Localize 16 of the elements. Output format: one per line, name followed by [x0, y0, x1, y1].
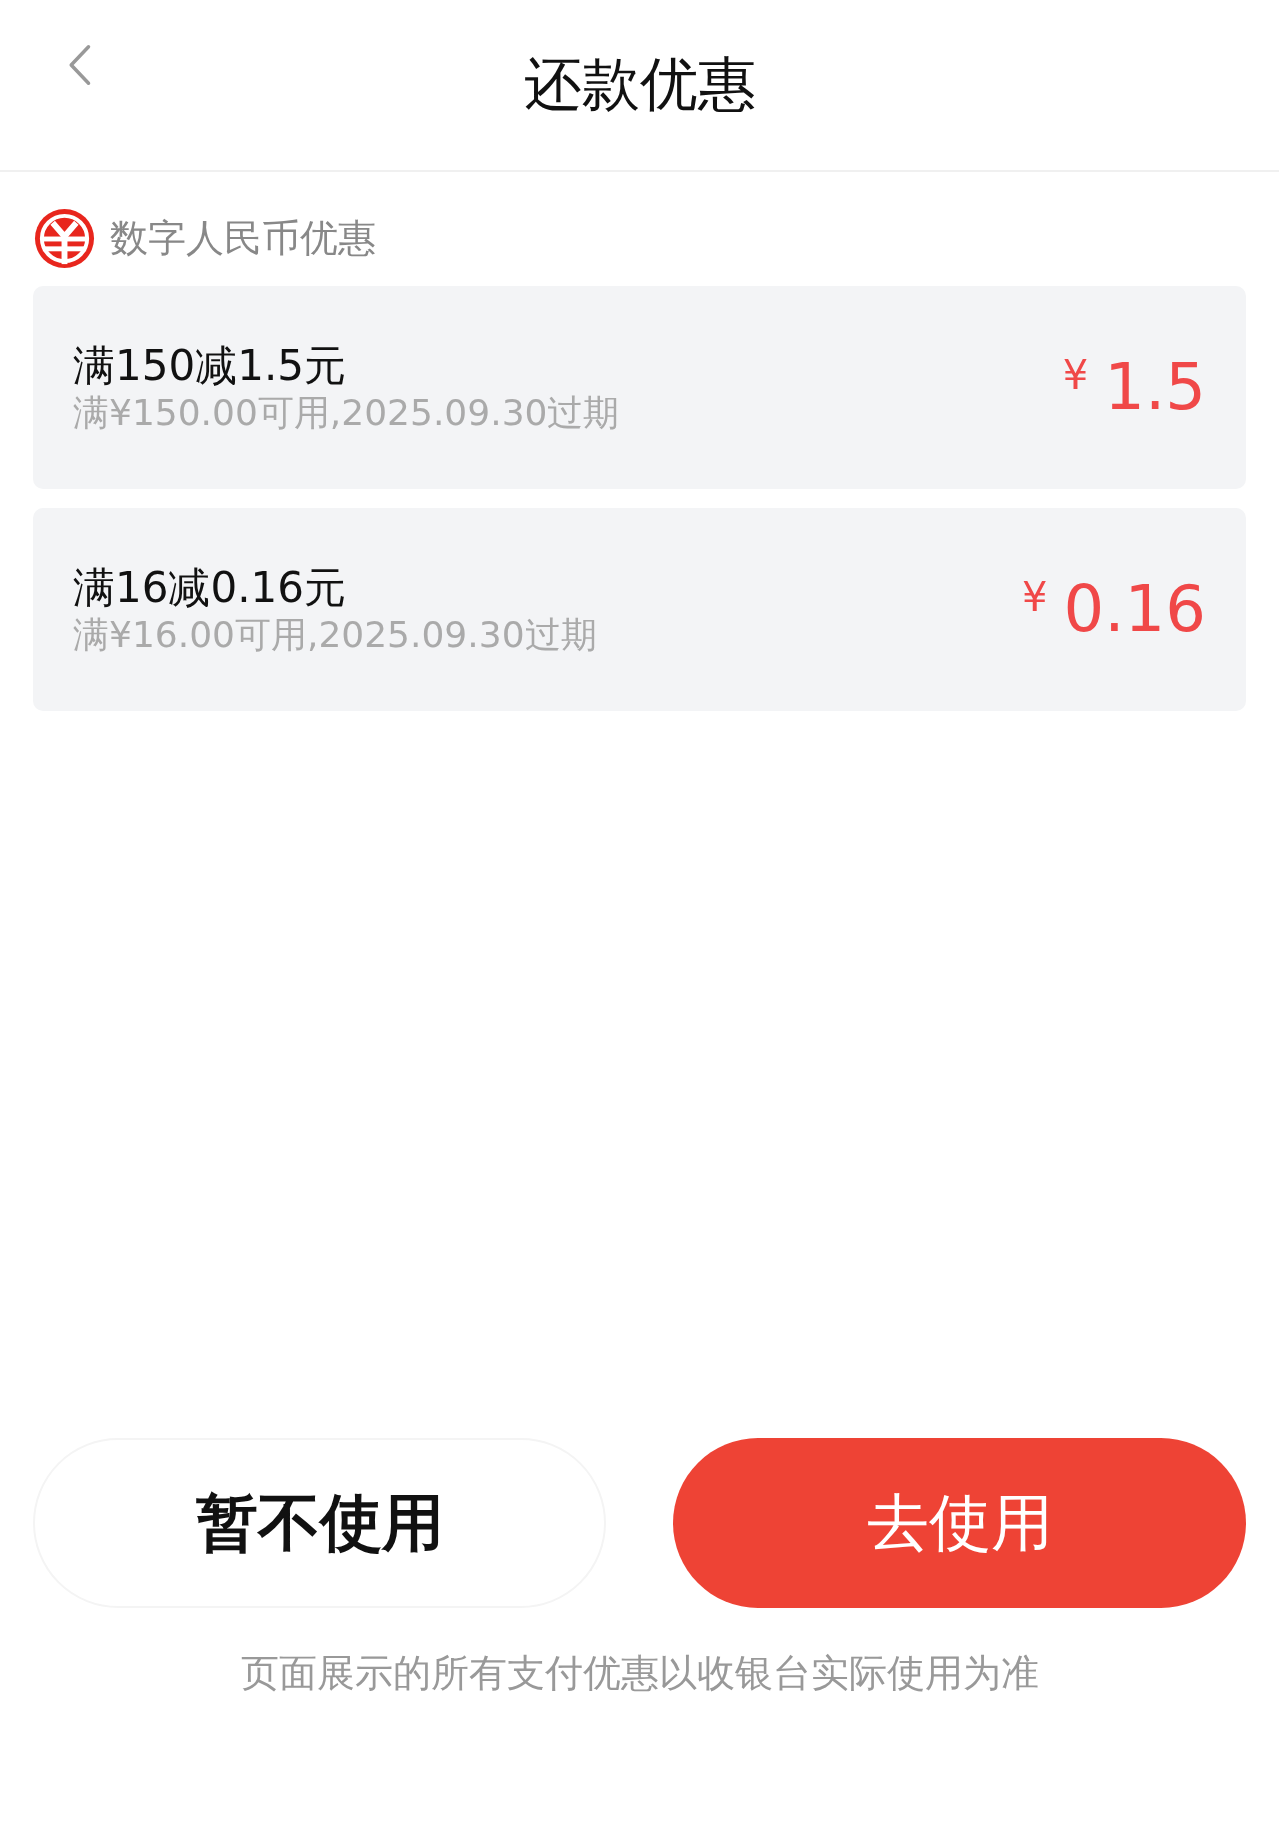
coupon-card[interactable]: 满150减1.5元 满¥150.00可用,2025.09.30过期 ¥ 1.5 [33, 286, 1246, 489]
coupon-title: 满150减1.5元 [73, 340, 347, 392]
section-label: 数字人民币优惠 [110, 214, 376, 262]
yuan-logo-icon [33, 206, 96, 270]
page-title: 还款优惠 [523, 49, 756, 120]
coupon-amount: 0.16 [1063, 574, 1206, 645]
coupon-condition: 满¥150.00可用,2025.09.30过期 [73, 391, 620, 435]
footer-note: 页面展示的所有支付优惠以收银台实际使用为准 [239, 1650, 1040, 1697]
use-button[interactable]: 去使用 [673, 1438, 1246, 1608]
coupon-amount: 1.5 [1104, 352, 1206, 423]
coupon-condition: 满¥16.00可用,2025.09.30过期 [73, 613, 597, 657]
coupon-card[interactable]: 满16减0.16元 满¥16.00可用,2025.09.30过期 ¥ 0.16 [33, 508, 1246, 711]
coupon-title: 满16减0.16元 [73, 562, 347, 614]
skip-button[interactable]: 暂不使用 [33, 1438, 606, 1608]
currency-symbol: ¥ [1062, 352, 1089, 399]
currency-symbol: ¥ [1022, 574, 1048, 621]
